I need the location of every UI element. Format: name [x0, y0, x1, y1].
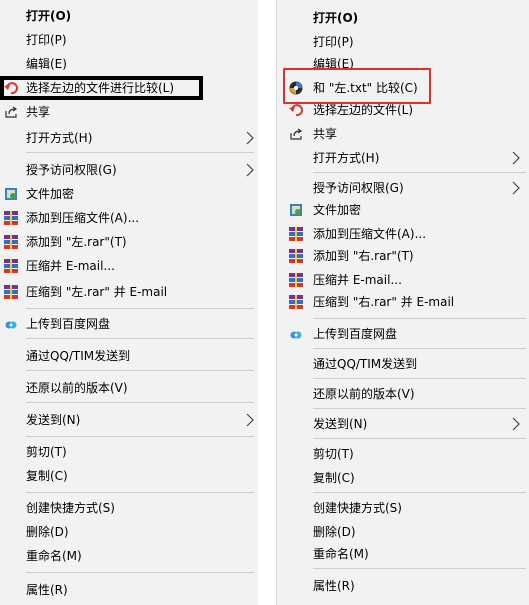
context-menu-right: 打开(O) 打印(P) 编辑(E) 和 "左.txt" 比较(C) 选择左边的文… [276, 0, 529, 605]
chevron-right-icon [246, 413, 254, 427]
highlight-box-red [283, 68, 431, 104]
chevron-right-icon [246, 131, 254, 145]
separator [313, 378, 526, 379]
baidu-cloud-icon [290, 331, 302, 339]
separator [313, 568, 526, 569]
winrar-icon [289, 227, 303, 241]
winrar-icon [289, 295, 303, 309]
chevron-right-icon [512, 181, 520, 195]
separator [313, 348, 526, 349]
menu-item-delete[interactable]: 删除(D) [0, 522, 258, 542]
menu-item-compress-email[interactable]: 压缩并 E-mail... [277, 270, 529, 290]
menu-item-print[interactable]: 打印(P) [0, 30, 258, 50]
menu-item-share[interactable]: 共享 [0, 102, 258, 122]
menu-item-open[interactable]: 打开(O) [0, 6, 258, 26]
winrar-icon [4, 259, 18, 273]
menu-item-open-with[interactable]: 打开方式(H) [277, 148, 529, 168]
menu-item-add-rar[interactable]: 添加到 "左.rar"(T) [0, 232, 258, 252]
encrypt-icon [5, 188, 17, 200]
separator [26, 338, 254, 339]
menu-item-compress-rar-email[interactable]: 压缩到 "右.rar" 并 E-mail [277, 292, 529, 312]
winrar-icon [4, 211, 18, 225]
context-menu-left: 打开(O) 打印(P) 编辑(E) 选择左边的文件进行比较(L) 共享 打开方式… [0, 0, 258, 605]
menu-item-print[interactable]: 打印(P) [277, 32, 529, 52]
menu-item-encrypt[interactable]: 文件加密 [277, 200, 529, 220]
separator [26, 308, 254, 309]
winrar-icon [4, 285, 18, 299]
separator [26, 436, 254, 437]
share-icon [5, 106, 18, 118]
encrypt-icon [290, 204, 302, 216]
menu-item-open[interactable]: 打开(O) [277, 8, 529, 28]
menu-item-copy[interactable]: 复制(C) [0, 466, 258, 486]
separator [313, 492, 526, 493]
menu-item-add-rar[interactable]: 添加到 "右.rar"(T) [277, 246, 529, 266]
menu-item-send-to[interactable]: 发送到(N) [277, 414, 529, 434]
menu-item-share[interactable]: 共享 [277, 124, 529, 144]
winrar-icon [289, 273, 303, 287]
menu-item-encrypt[interactable]: 文件加密 [0, 184, 258, 204]
menu-item-cut[interactable]: 剪切(T) [277, 444, 529, 464]
menu-item-restore[interactable]: 还原以前的版本(V) [277, 384, 529, 404]
separator [313, 408, 526, 409]
menu-item-rename[interactable]: 重命名(M) [277, 544, 529, 564]
menu-item-compress-email[interactable]: 压缩并 E-mail... [0, 256, 258, 276]
menu-item-shortcut[interactable]: 创建快捷方式(S) [0, 498, 258, 518]
separator [26, 152, 254, 153]
chevron-right-icon [512, 151, 520, 165]
menu-item-compress-rar-email[interactable]: 压缩到 "左.rar" 并 E-mail [0, 282, 258, 302]
menu-item-shortcut[interactable]: 创建快捷方式(S) [277, 498, 529, 518]
menu-item-properties[interactable]: 属性(R) [0, 580, 258, 600]
winrar-icon [4, 235, 18, 249]
menu-item-edit[interactable]: 编辑(E) [0, 54, 258, 74]
separator [26, 370, 254, 371]
separator [26, 492, 254, 493]
menu-item-open-with[interactable]: 打开方式(H) [0, 128, 258, 148]
menu-item-delete[interactable]: 删除(D) [277, 522, 529, 542]
share-icon [290, 128, 303, 140]
separator [313, 438, 526, 439]
menu-item-grant-access[interactable]: 授予访问权限(G) [277, 178, 529, 198]
menu-item-upload-baidu[interactable]: 上传到百度网盘 [0, 314, 258, 334]
baidu-cloud-icon [5, 321, 17, 329]
menu-item-send-to[interactable]: 发送到(N) [0, 410, 258, 430]
menu-item-send-qq[interactable]: 通过QQ/TIM发送到 [277, 354, 529, 374]
menu-item-grant-access[interactable]: 授予访问权限(G) [0, 160, 258, 180]
separator [313, 172, 526, 173]
divider-gap [258, 0, 276, 605]
highlight-box-black [0, 76, 203, 100]
winrar-icon [289, 249, 303, 263]
undo-arrow-icon [289, 104, 303, 117]
separator [313, 318, 526, 319]
chevron-right-icon [246, 163, 254, 177]
separator [26, 572, 254, 573]
menu-item-rename[interactable]: 重命名(M) [0, 546, 258, 566]
menu-item-copy[interactable]: 复制(C) [277, 468, 529, 488]
menu-item-add-archive[interactable]: 添加到压缩文件(A)... [277, 224, 529, 244]
separator [26, 402, 254, 403]
menu-item-send-qq[interactable]: 通过QQ/TIM发送到 [0, 346, 258, 366]
menu-item-add-archive[interactable]: 添加到压缩文件(A)... [0, 208, 258, 228]
chevron-right-icon [512, 417, 520, 431]
menu-item-properties[interactable]: 属性(R) [277, 576, 529, 596]
menu-item-cut[interactable]: 剪切(T) [0, 442, 258, 462]
menu-item-upload-baidu[interactable]: 上传到百度网盘 [277, 324, 529, 344]
menu-item-restore[interactable]: 还原以前的版本(V) [0, 378, 258, 398]
